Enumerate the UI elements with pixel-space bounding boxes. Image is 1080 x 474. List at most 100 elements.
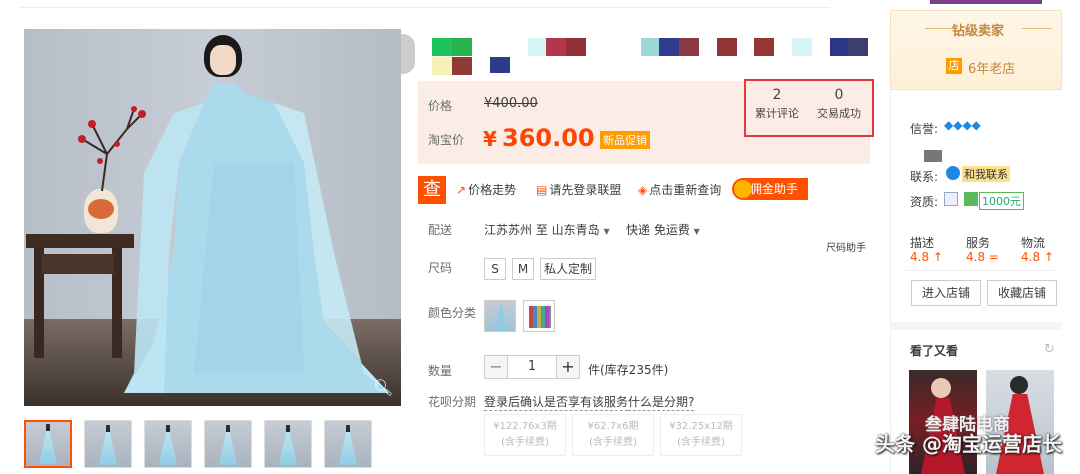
score-label-description: 描述 (910, 236, 935, 250)
deals-stat: 0 交易成功 (808, 87, 870, 121)
favorite-shop-button[interactable]: 收藏店铺 (987, 280, 1057, 306)
chevron-down-icon: ▼ (693, 227, 700, 236)
tag-icon: ◈ (638, 183, 648, 197)
shop-age: 6年老店 (968, 62, 1016, 77)
seller-avatar-redacted (924, 150, 942, 162)
score-value: 4.8 (910, 250, 930, 264)
equal-icon: = (988, 250, 999, 264)
login-alliance-label: 请先登录联盟 (549, 183, 622, 197)
delivery-method-text: 快递 免运费 (626, 223, 690, 237)
shop-badge-icon: 店 (946, 58, 962, 74)
refresh-icon[interactable]: ↻ (1044, 342, 1055, 357)
installment-note: 登录后确认是否享有该服务 (484, 395, 629, 411)
diamond-rating-icons: ◆◆◆◆ (944, 118, 981, 132)
delivery-label: 配送 (428, 223, 453, 237)
taobao-price-label: 淘宝价 (428, 133, 465, 147)
score-service: 4.8 = (966, 250, 999, 264)
stock-text: 件(库存235件) (588, 363, 669, 377)
reviews-label: 累计评论 (755, 107, 799, 120)
arrow-up-icon: ↑ (932, 250, 943, 264)
installment-option-12[interactable]: ¥32.25x12期 (含手续费) (660, 414, 742, 456)
contact-seller-button[interactable]: 和我联系 (962, 166, 1010, 182)
thumbnail-item[interactable] (264, 420, 312, 468)
score-description: 4.8 ↑ (910, 250, 943, 264)
installment-label: 花呗分期 (428, 395, 477, 409)
delivery-route[interactable]: 江苏苏州 至 山东青岛 ▼ (484, 221, 610, 238)
title-rule-left (925, 28, 955, 29)
thumbnail-item[interactable] (144, 420, 192, 468)
commission-icon (734, 180, 752, 198)
requery-button[interactable]: ◈ 点击重新查询 (638, 181, 721, 198)
chat-icon (946, 166, 960, 180)
login-alliance-button[interactable]: ▤ 请先登录联盟 (536, 181, 621, 198)
deposit-amount: 1000元 (979, 192, 1024, 210)
main-product-image[interactable]: 🔍︎ (24, 29, 401, 406)
thumbnail-item[interactable] (204, 420, 252, 468)
zoom-icon[interactable]: 🔍︎ (373, 378, 393, 398)
section-gap (890, 322, 1062, 330)
chevron-down-icon: ▼ (603, 227, 610, 236)
installment-amount: ¥62.7x6期 (587, 421, 639, 432)
installment-help-link[interactable]: 什么是分期? (628, 393, 695, 411)
top-divider (20, 0, 830, 8)
size-option-s[interactable]: S (484, 258, 506, 280)
reputation-label: 信誉: (910, 122, 939, 136)
contact-label: 联系: (910, 170, 939, 184)
divider (905, 270, 1055, 271)
score-value: 4.8 (966, 250, 986, 264)
quantity-input[interactable]: 1 (508, 355, 556, 379)
size-option-m[interactable]: M (512, 258, 534, 280)
price-trend-button[interactable]: ↗ 价格走势 (456, 181, 516, 198)
delivery-method[interactable]: 快递 免运费 ▼ (626, 221, 700, 238)
recommend-title: 看了又看 (910, 344, 959, 358)
score-label-logistics: 物流 (1021, 236, 1046, 250)
seller-level-title: 钻级卖家 (952, 24, 1005, 39)
qualification-label: 资质: (910, 195, 939, 209)
quantity-plus-button[interactable]: + (556, 355, 580, 379)
deposit-icon (964, 192, 978, 206)
color-swatch-blue[interactable] (484, 300, 516, 332)
price-label: 价格 (428, 99, 453, 113)
reviews-count: 2 (772, 87, 782, 103)
size-label: 尺码 (428, 261, 453, 275)
quantity-minus-button[interactable]: − (484, 355, 508, 379)
installment-amount: ¥122.76x3期 (493, 421, 557, 432)
deals-label: 交易成功 (817, 107, 861, 120)
alliance-icon: ▤ (536, 183, 548, 197)
commission-button[interactable]: 佣金助手 (732, 178, 808, 200)
commission-label: 佣金助手 (750, 182, 799, 196)
installment-fee-note: (含手续费) (501, 437, 549, 448)
promo-badge: 新品促销 (600, 131, 650, 149)
thumbnail-item[interactable] (84, 420, 132, 468)
size-helper-link[interactable]: 尺码助手 (826, 239, 866, 254)
currency-symbol: ¥ (483, 127, 497, 151)
requery-label: 点击重新查询 (649, 183, 722, 197)
installment-option-6[interactable]: ¥62.7x6期 (含手续费) (572, 414, 654, 456)
score-value: 4.8 (1021, 250, 1041, 264)
original-price: ¥400.00 (484, 96, 538, 111)
delivery-route-text: 江苏苏州 至 山东青岛 (484, 223, 600, 237)
image-divider-tab (401, 34, 415, 74)
title-rule-right (1022, 28, 1052, 29)
installment-amount: ¥32.25x12期 (669, 421, 733, 432)
thumbnail-item[interactable] (24, 420, 72, 468)
installment-fee-note: (含手续费) (677, 437, 725, 448)
thumbnail-item[interactable] (324, 420, 372, 468)
id-card-icon (944, 192, 958, 206)
stats-box: 2 累计评论 0 交易成功 (744, 79, 874, 137)
reviews-stat[interactable]: 2 累计评论 (746, 87, 808, 121)
score-label-service: 服务 (966, 236, 991, 250)
size-option-custom[interactable]: 私人定制 (540, 258, 596, 280)
enter-shop-button[interactable]: 进入店铺 (911, 280, 981, 306)
installment-option-3[interactable]: ¥122.76x3期 (含手续费) (484, 414, 566, 456)
color-swatch-palette[interactable] (523, 300, 555, 332)
plugin-toolbar: 查 ↗ 价格走势 ▤ 请先登录联盟 ◈ 点击重新查询 佣金助手 (418, 176, 818, 204)
quantity-label: 数量 (428, 364, 453, 378)
trend-icon: ↗ (456, 183, 467, 197)
current-price: 360.00 (502, 124, 595, 152)
deals-count: 0 (834, 87, 844, 103)
top-accent-bar (930, 0, 1042, 4)
query-icon[interactable]: 查 (418, 176, 446, 204)
score-logistics: 4.8 ↑ (1021, 250, 1054, 264)
arrow-up-icon: ↑ (1043, 250, 1054, 264)
